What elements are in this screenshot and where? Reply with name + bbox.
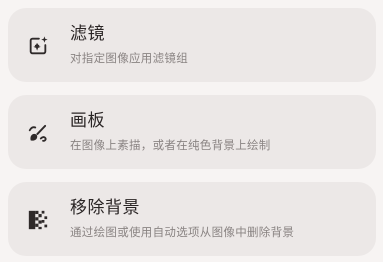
tool-card-remove-background[interactable]: 移除背景 通过绘图或使用自动选项从图像中删除背景 — [8, 182, 376, 256]
filter-sparkle-icon — [27, 35, 49, 57]
tool-description: 在图像上素描，或者在纯色背景上绘制 — [70, 138, 271, 152]
checkerboard-erase-icon — [27, 209, 49, 231]
tool-card-drawing-board[interactable]: 画板 在图像上素描，或者在纯色背景上绘制 — [8, 95, 376, 169]
tool-title: 滤镜 — [70, 24, 105, 44]
tool-title: 画板 — [70, 111, 105, 131]
tool-title: 移除背景 — [70, 198, 140, 218]
tool-description: 通过绘图或使用自动选项从图像中删除背景 — [70, 225, 295, 239]
tool-description: 对指定图像应用滤镜组 — [70, 51, 188, 65]
brush-draw-icon — [27, 122, 49, 144]
tool-card-filter[interactable]: 滤镜 对指定图像应用滤镜组 — [8, 8, 376, 82]
